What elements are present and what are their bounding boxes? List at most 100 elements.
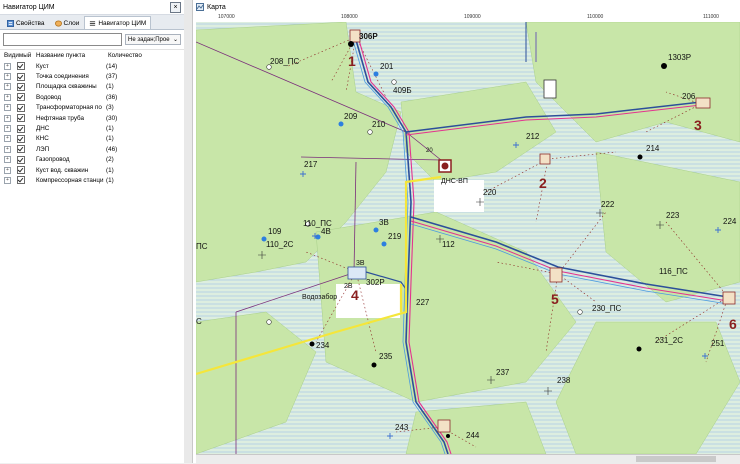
search-input[interactable] [3,33,122,46]
item-name: Компрессорная станци [36,176,104,184]
tab-properties[interactable]: Свойства [2,16,50,29]
visibility-checkbox[interactable] [17,103,25,112]
project-filter-dropdown[interactable]: Не задан;Прое ⌄ [125,34,181,45]
tab-layers[interactable]: Слои [50,16,85,29]
visibility-checkbox[interactable] [17,82,25,91]
layers-icon [54,19,62,27]
row-controls: + [0,93,36,102]
expand-icon[interactable]: + [4,176,11,184]
list-icon [90,20,96,26]
map-panel: Карта 107000 108000 109000 110000 111000 [193,0,740,464]
item-count: (1) [106,125,114,133]
expand-icon[interactable]: + [4,83,11,91]
item-name: Газопровод [36,156,70,164]
label-244: 244 [466,431,480,440]
row-controls: + [0,176,36,185]
visibility-checkbox[interactable] [17,145,25,154]
item-count: (30) [106,114,118,122]
expand-icon[interactable]: + [4,166,11,174]
tab-navigator[interactable]: Навигатор ЦИМ [84,16,152,29]
table-row[interactable]: + Площадка скважины (1) [0,82,184,92]
row-controls: + [0,155,36,164]
item-count: (1) [106,176,114,184]
item-name: ЛЭП [36,145,50,153]
row-controls: + [0,82,36,91]
ruler-label: 110000 [587,14,604,20]
pad-number-3: 3 [694,117,702,133]
close-icon[interactable]: × [170,1,181,13]
item-count: (2) [106,156,114,164]
properties-icon [7,19,14,27]
item-count: (3) [106,104,114,112]
label-224: 224 [723,217,737,226]
scrollbar-thumb[interactable] [636,456,716,462]
table-row[interactable]: + КНС (1) [0,134,184,144]
table-row[interactable]: + Нефтяная труба (30) [0,113,184,123]
item-count: (36) [106,93,118,101]
label-223: 223 [666,211,680,220]
label-3v: 3В [379,218,389,227]
table-row[interactable]: + Куст (14) [0,61,184,71]
item-name: Куст вод. скважин [36,166,89,174]
expand-icon[interactable]: + [4,135,11,143]
table-row[interactable]: + Куст вод. скважин (1) [0,165,184,175]
visibility-checkbox[interactable] [17,176,25,185]
visibility-checkbox[interactable] [17,72,25,81]
project-filter-value: Не задан;Прое [128,36,170,43]
label-227: 227 [416,298,430,307]
label-3v2: 3В [356,260,365,267]
table-row[interactable]: + ЛЭП (46) [0,144,184,154]
visibility-checkbox[interactable] [17,134,25,143]
expand-icon[interactable]: + [4,62,11,70]
label-110-2s: 110_2С [266,240,294,249]
chevron-down-icon: ⌄ [172,37,178,43]
panel-splitter[interactable] [184,0,193,463]
map-titlebar: Карта [193,0,740,15]
expand-icon[interactable]: + [4,114,11,122]
column-visible[interactable]: Видимый [0,52,36,59]
visibility-checkbox[interactable] [17,114,25,123]
expand-icon[interactable]: + [4,125,11,133]
visibility-checkbox[interactable] [17,155,25,164]
label-209: 209 [344,112,358,121]
item-name: Трансформаторная по [36,104,102,112]
label-112: 112 [442,240,455,249]
label-206: 206 [682,92,696,101]
label-4v: 4В [321,227,331,236]
table-row[interactable]: + Компрессорная станци (1) [0,175,184,185]
item-name: Точка соединения [36,73,89,81]
map-canvas[interactable]: 306Р 208_ПС 201 409Б 209 210 1303Р 206 2… [196,22,740,454]
ruler-label: 107000 [218,14,235,20]
pad-number-5: 5 [551,291,559,307]
visibility-checkbox[interactable] [17,93,25,102]
table-row[interactable]: + Водовод (36) [0,92,184,102]
column-name[interactable]: Название пункта [36,52,108,59]
table-row[interactable]: + Трансформаторная по (3) [0,103,184,113]
table-row[interactable]: + Газопровод (2) [0,155,184,165]
visibility-checkbox[interactable] [17,166,25,175]
label-219: 219 [388,232,402,241]
expand-icon[interactable]: + [4,145,11,153]
label-302p: 302Р [366,278,385,287]
column-count[interactable]: Количество [108,52,178,59]
expand-icon[interactable]: + [4,104,11,112]
label-210: 210 [372,120,386,129]
item-list: + Куст (14) + Точка соединения (37) + Площадка … [0,61,184,186]
item-count: (14) [106,62,118,70]
label-237: 237 [496,368,510,377]
expand-icon[interactable]: + [4,93,11,101]
row-controls: + [0,103,36,112]
item-name: Куст [36,62,49,70]
label-251: 251 [711,339,725,348]
label-220: 220 [483,188,497,197]
table-row[interactable]: + Точка соединения (37) [0,71,184,81]
label-306p: 306Р [359,32,378,41]
table-row[interactable]: + ДНС (1) [0,123,184,133]
navigator-title: Навигатор ЦИМ [3,3,55,11]
expand-icon[interactable]: + [4,73,11,81]
pad-number-1: 1 [348,53,356,69]
visibility-checkbox[interactable] [17,124,25,133]
expand-icon[interactable]: + [4,156,11,164]
visibility-checkbox[interactable] [17,62,25,71]
navigator-titlebar: Навигатор ЦИМ × [0,0,184,15]
